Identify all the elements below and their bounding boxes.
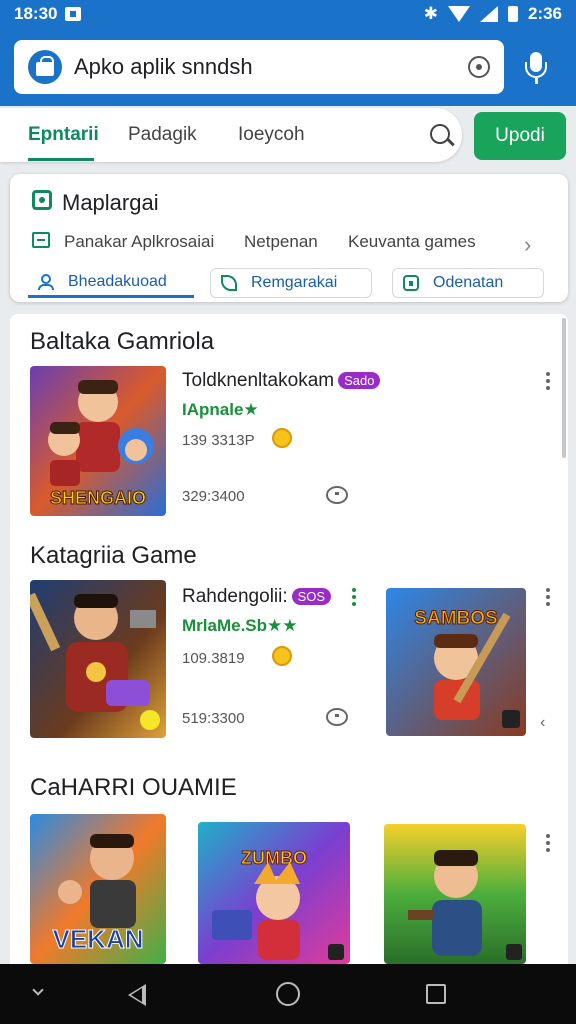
search-input[interactable]: Apko aplik snndsh (74, 54, 253, 80)
app-thumbnail[interactable]: ZUMBO (198, 822, 350, 964)
search-icon[interactable] (430, 124, 450, 144)
system-nav-bar (0, 964, 576, 1024)
app-name-text: Rahdengolii: (182, 586, 288, 607)
person-icon (38, 273, 54, 290)
filter-chip[interactable]: Odenatan (392, 268, 544, 298)
app-title[interactable]: Rahdengolii: SOS (182, 586, 332, 608)
search-bar[interactable]: Apko aplik snndsh (14, 40, 504, 94)
back-icon[interactable] (128, 984, 146, 1006)
app-rating: MrlaMe.Sb★★ (182, 616, 298, 635)
lens-icon[interactable] (468, 56, 490, 78)
recents-icon[interactable] (426, 984, 446, 1004)
app-downloads: 109.3819 (182, 650, 245, 667)
thumbnail-caption: ZUMBO (241, 848, 307, 868)
category-link[interactable]: Netpenan (244, 232, 318, 252)
coin-icon (272, 428, 292, 448)
chevron-down-icon[interactable] (32, 984, 44, 996)
app-title[interactable]: Toldknenltakokam Sado (182, 370, 381, 392)
tab-epntarii[interactable]: Epntarii (28, 124, 99, 146)
chevron-left-icon[interactable]: ‹ (540, 714, 545, 732)
status-time: 18:30 (14, 4, 58, 23)
filter-chip[interactable]: Bheadakuoad (28, 268, 194, 298)
timer-icon (326, 708, 348, 726)
store-logo-icon (28, 50, 62, 84)
leaf-icon (221, 275, 237, 291)
tab-indicator (28, 158, 94, 161)
bluetooth-icon: ✱ (423, 4, 438, 23)
filter-chip[interactable]: Remgarakai (210, 268, 372, 298)
more-options-icon[interactable] (546, 372, 550, 390)
app-thumbnail[interactable] (384, 824, 526, 964)
thumbnail-caption: VEKAN (52, 924, 143, 954)
section-title: Katagriia Game (30, 542, 197, 569)
more-options-icon[interactable] (546, 834, 550, 852)
lock-icon (403, 275, 419, 291)
app-name-text: Toldknenltakokam (182, 370, 335, 391)
thumbnail-caption: SAMBOS (414, 608, 497, 629)
category-link[interactable]: Panakar Aplkrosaiai (64, 232, 214, 252)
category-link[interactable]: Keuvanta games (348, 232, 476, 252)
status-bar: 18:30 ✱ 2:36 (0, 0, 576, 28)
mic-icon[interactable] (524, 52, 548, 86)
chip-label: Remgarakai (251, 274, 338, 291)
tab-bar: Epntarii Padagik Ioeycoh (0, 108, 462, 162)
coin-icon (272, 646, 292, 666)
scrollbar[interactable] (562, 318, 566, 458)
more-options-icon[interactable] (546, 588, 550, 606)
home-icon[interactable] (276, 982, 300, 1006)
app-thumbnail[interactable]: VEKAN (30, 814, 166, 964)
update-button[interactable]: Upodi (474, 112, 566, 160)
chip-label: Bheadakuoad (68, 272, 167, 290)
notification-icon (65, 7, 82, 21)
app-badge: Sado (338, 372, 381, 390)
app-badge: SOS (291, 588, 332, 606)
search-header: Apko aplik snndsh (0, 28, 576, 106)
wifi-icon (447, 6, 470, 22)
chip-label: Odenatan (433, 274, 504, 291)
app-thumbnail[interactable]: SAMBOS (386, 588, 526, 736)
more-options-icon[interactable] (352, 588, 356, 606)
section-title: CaHARRI OUAMIE (30, 774, 237, 801)
tab-padagik[interactable]: Padagik (128, 124, 197, 146)
battery-text: 2:36 (527, 4, 562, 23)
thumbnail-caption: SHENGAIO (50, 488, 146, 508)
status-icons: ✱ 2:36 (424, 4, 562, 24)
section-title: Baltaka Gamriola (30, 328, 215, 355)
timer-icon (326, 486, 348, 504)
filter-card: Maplargai Panakar Aplkrosaiai Netpenan K… (10, 174, 568, 302)
app-thumbnail[interactable]: SHENGAIO (30, 366, 166, 516)
category-icon (32, 232, 50, 248)
app-rating: IApnale★ (182, 400, 259, 419)
app-size: 329:3400 (182, 488, 245, 505)
app-thumbnail[interactable] (30, 580, 166, 738)
signal-icon (479, 6, 498, 22)
battery-icon (507, 6, 518, 22)
filter-card-title: Maplargai (62, 190, 159, 215)
apps-icon (32, 190, 52, 210)
app-size: 519:3300 (182, 710, 245, 727)
chevron-right-icon[interactable]: › (524, 232, 531, 258)
app-downloads: 139 3313P (182, 432, 255, 449)
app-list: Baltaka Gamriola SHENGAIO Toldknenltakok… (10, 314, 568, 964)
tab-ioeycoh[interactable]: Ioeycoh (238, 124, 305, 146)
